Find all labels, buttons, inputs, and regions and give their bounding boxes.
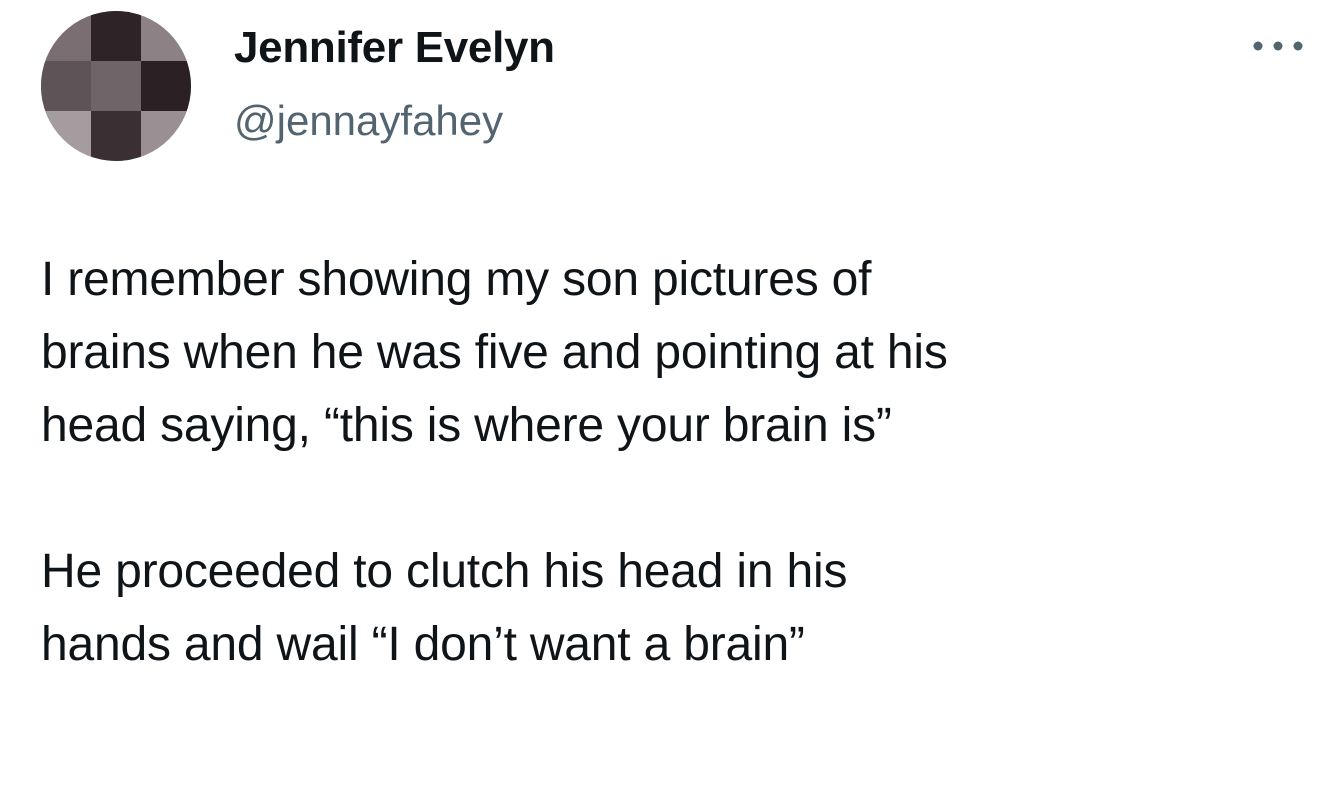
author-name[interactable]: Jennifer Evelyn — [234, 22, 555, 74]
avatar-pixel — [41, 111, 91, 161]
avatar-pixel — [91, 111, 141, 161]
tweet-text-line: I remember showing my son pictures of — [41, 253, 872, 306]
avatar[interactable] — [41, 11, 191, 161]
tweet-text-line: hands and wail “I don’t want a brain” — [41, 618, 805, 671]
avatar-pixel — [41, 61, 91, 111]
tweet-card: Jennifer Evelyn @jennayfahey I remember … — [0, 0, 1330, 810]
avatar-pixel — [91, 11, 141, 61]
tweet-text-line: head saying, “this is where your brain i… — [41, 399, 892, 452]
more-horizontal-icon — [1250, 39, 1306, 53]
tweet-text-line: He proceeded to clutch his head in his — [41, 545, 848, 598]
tweet-text: I remember showing my son pictures of br… — [41, 243, 1311, 681]
avatar-pixel — [141, 61, 191, 111]
avatar-pixel — [141, 111, 191, 161]
avatar-pixel — [41, 11, 91, 61]
author-handle[interactable]: @jennayfahey — [234, 96, 503, 146]
more-options-button[interactable] — [1246, 26, 1310, 66]
avatar-pixel — [91, 61, 141, 111]
avatar-pixel — [141, 11, 191, 61]
tweet-text-line: brains when he was five and pointing at … — [41, 326, 948, 379]
